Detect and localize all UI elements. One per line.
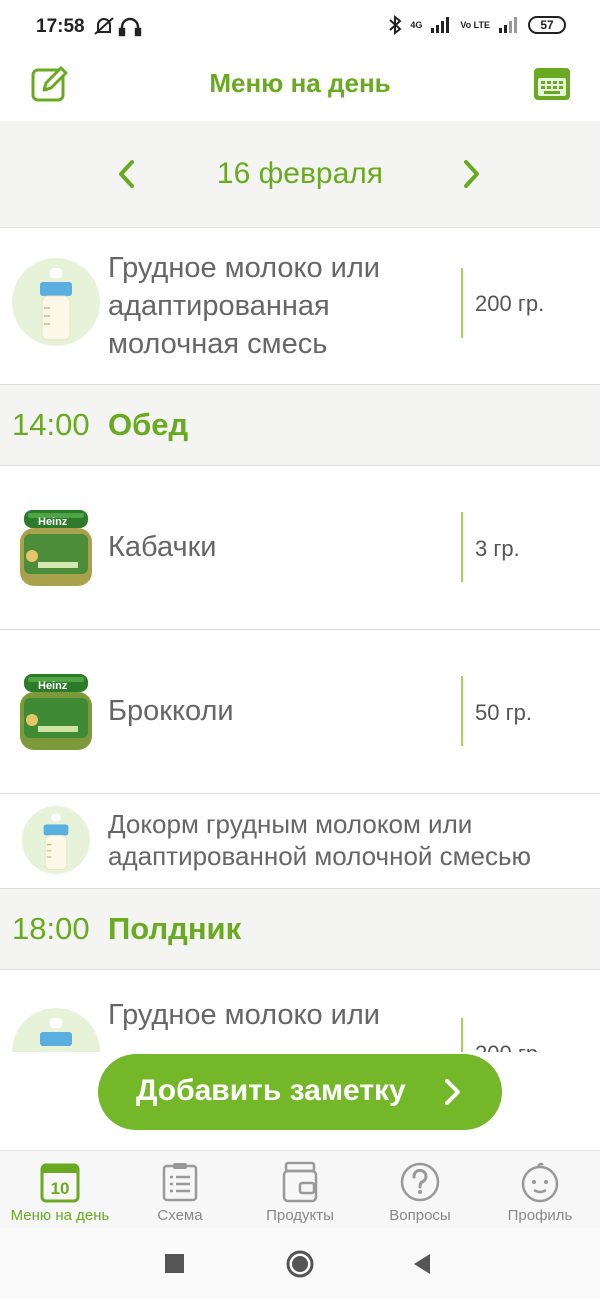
tab-label: Схема	[157, 1207, 203, 1224]
item-amount: 3 гр.	[475, 536, 520, 561]
tab-scheme[interactable]: Схема	[120, 1159, 240, 1225]
recent-apps-button[interactable]	[165, 1254, 185, 1274]
tab-label: Профиль	[507, 1207, 573, 1224]
signal-icon-2	[499, 17, 517, 33]
calendar-icon: 10	[40, 1163, 80, 1203]
meal-time: 14:00	[12, 407, 90, 442]
item-name: Грудное молоко или адаптированная молочн…	[108, 252, 380, 360]
item-amount: 200 гр.	[475, 1041, 544, 1052]
bottom-tab-bar: 10 Меню на день Схема Продукты Вопросы П…	[0, 1150, 600, 1229]
baby-food-jar-icon: Heinz	[20, 674, 92, 750]
add-note-button[interactable]: Добавить заметку	[98, 1054, 502, 1130]
list-item[interactable]: Грудное молоко или 200 гр.	[0, 970, 600, 1052]
jar-brand-text: Heinz	[38, 516, 68, 528]
item-amount: 200 гр.	[475, 291, 545, 316]
list-item[interactable]: Heinz Брокколи 50 гр.	[0, 630, 600, 794]
page-title: Меню на день	[209, 68, 391, 98]
jar-brand-text: Heinz	[38, 680, 68, 692]
status-bar: 17:58 4G Vo LTE 57	[0, 0, 600, 56]
add-note-label: Добавить заметку	[136, 1074, 406, 1107]
signal-icon	[431, 17, 450, 33]
calendar-day-text: 10	[51, 1179, 70, 1198]
app-bar: Меню на день	[0, 56, 600, 120]
list-item[interactable]: Грудное молоко или адаптированная молочн…	[0, 228, 600, 385]
tab-label: Меню на день	[10, 1207, 110, 1224]
system-nav-bar	[0, 1228, 600, 1299]
question-icon	[400, 1162, 440, 1202]
status-icons-right: 4G Vo LTE 57	[388, 15, 566, 35]
keyboard-calendar-button[interactable]	[532, 64, 572, 104]
back-button[interactable]	[412, 1253, 432, 1275]
tab-menu-day[interactable]: 10 Меню на день	[0, 1159, 120, 1225]
list-item[interactable]: Heinz Кабачки 3 гр.	[0, 466, 600, 630]
bell-off-icon	[94, 17, 114, 35]
list-item[interactable]: Докорм грудным молоком или адаптированно…	[0, 794, 600, 889]
baby-bottle-icon	[12, 258, 100, 346]
tab-label: Вопросы	[389, 1207, 451, 1224]
item-name: Грудное молоко или	[108, 999, 380, 1031]
meal-name: Полдник	[108, 911, 242, 946]
network-4g-label: 4G	[410, 20, 423, 30]
baby-bottle-icon	[22, 806, 90, 874]
chevron-right-icon	[445, 1079, 460, 1105]
date-label: 16 февраля	[216, 157, 384, 190]
home-button[interactable]	[285, 1249, 315, 1279]
menu-list[interactable]: Грудное молоко или адаптированная молочн…	[0, 228, 600, 1052]
meal-header: 14:00 Обед	[0, 385, 600, 466]
tab-profile[interactable]: Профиль	[480, 1159, 600, 1225]
next-day-button[interactable]	[456, 157, 486, 191]
battery-indicator: 57	[528, 16, 566, 34]
date-switcher: 16 февраля	[0, 121, 600, 228]
tab-label: Продукты	[266, 1207, 334, 1224]
baby-bottle-icon	[12, 1008, 100, 1052]
baby-face-icon	[521, 1162, 559, 1203]
divider	[461, 512, 463, 582]
meal-name: Обед	[108, 407, 189, 442]
divider	[461, 268, 463, 338]
headphones-icon	[118, 17, 142, 37]
item-name: Докорм грудным молоком или адаптированно…	[108, 809, 532, 871]
baby-food-jar-icon: Heinz	[20, 510, 92, 586]
status-icons-left	[94, 16, 146, 43]
meal-header: 18:00 Полдник	[0, 889, 600, 970]
divider	[461, 1018, 463, 1052]
network-volte-label: Vo LTE	[460, 20, 490, 30]
products-icon	[282, 1161, 318, 1203]
bluetooth-icon	[389, 15, 402, 35]
tab-questions[interactable]: Вопросы	[360, 1159, 480, 1225]
status-time: 17:58	[36, 16, 85, 37]
item-name: Брокколи	[108, 695, 234, 727]
clipboard-list-icon	[162, 1163, 198, 1202]
item-name: Кабачки	[108, 531, 217, 563]
tab-products[interactable]: Продукты	[240, 1159, 360, 1225]
item-amount: 50 гр.	[475, 700, 532, 725]
divider	[461, 676, 463, 746]
meal-time: 18:00	[12, 911, 90, 946]
